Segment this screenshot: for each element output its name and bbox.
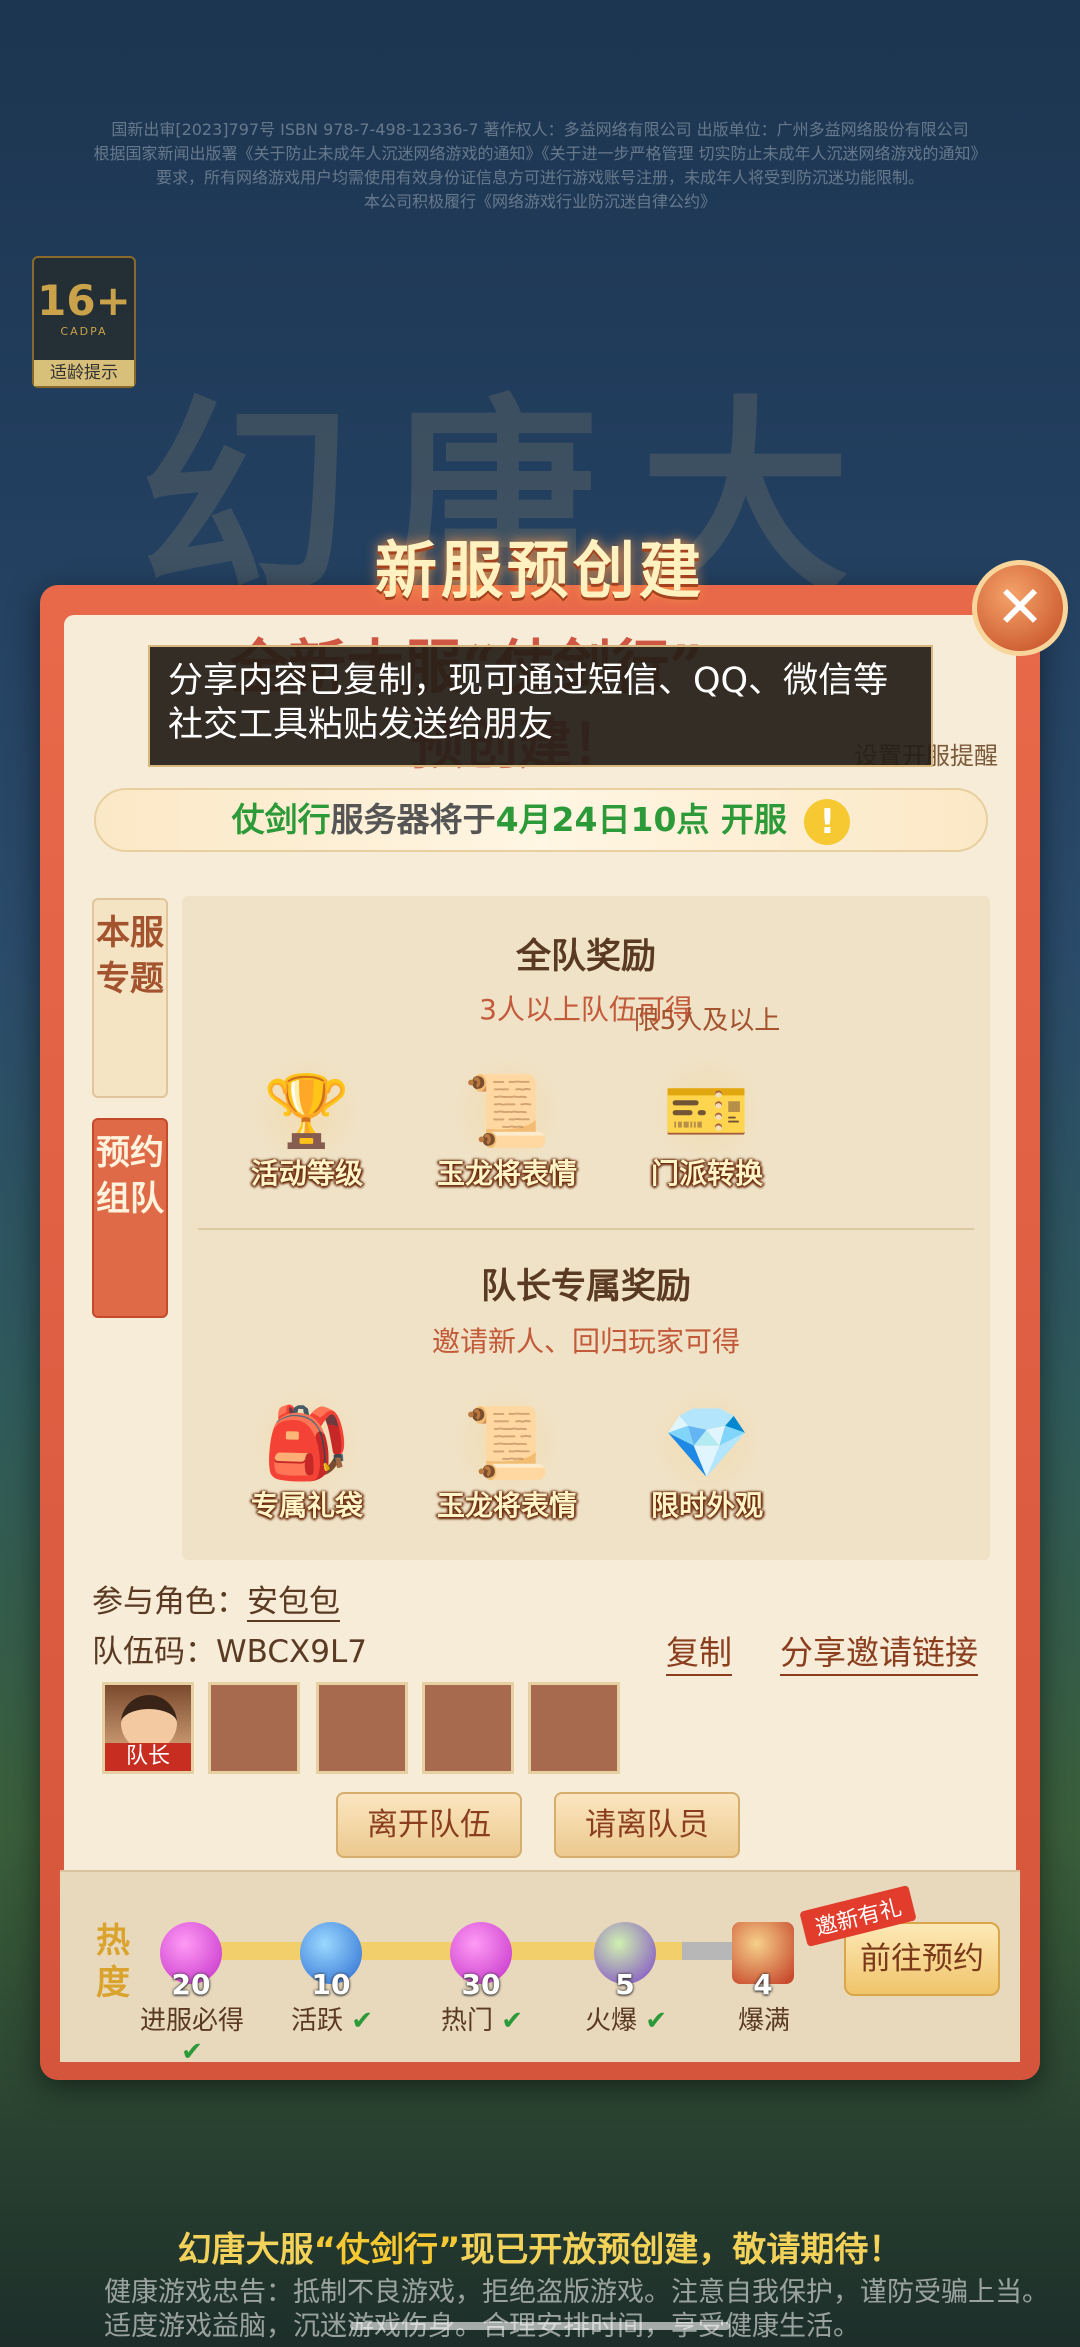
heat-node-value: 20 <box>171 1968 211 2001</box>
emote-scroll-icon: 📜 <box>452 1388 562 1498</box>
team-slot-empty[interactable] <box>528 1682 620 1774</box>
check-icon: ✔ <box>351 2006 374 2036</box>
reward-item[interactable]: 限5人及以上 🎫 门派转换 <box>622 1006 792 1192</box>
tab-team-booking[interactable]: 预约组队 <box>92 1118 168 1318</box>
license-notice: 国新出审[2023]797号 ISBN 978-7-498-12336-7 著作… <box>0 118 1080 214</box>
open-text-end: 开服 <box>720 800 787 839</box>
license-line-3: 要求，所有网络游戏用户均需使用有效身份证信息方可进行游戏账号注册，未成年人将受到… <box>155 168 924 187</box>
reward-item[interactable]: 📜 玉龙将表情 <box>422 1388 592 1524</box>
heat-node-value: 10 <box>311 1968 351 2001</box>
server-name: 仗剑行 <box>231 800 331 839</box>
banner-server-name: “仗剑行” <box>313 2230 461 2270</box>
team-slot-empty[interactable] <box>422 1682 514 1774</box>
rewards-panel: 全队奖励 3人以上队伍可得 🏆 活动等级 📜 玉龙将表情 限5人及以上 🎫 门派… <box>182 896 990 1560</box>
health-line-1: 健康游戏忠告：抵制不良游戏，拒绝盗版游戏。注意自我保护，谨防受骗上当。 <box>104 2277 1049 2308</box>
team-slot-empty[interactable] <box>208 1682 300 1774</box>
heat-node-label: 爆满 <box>737 2006 790 2036</box>
tab-server-topic[interactable]: 本服专题 <box>92 898 168 1098</box>
license-line-1: 国新出审[2023]797号 ISBN 978-7-498-12336-7 著作… <box>111 120 969 139</box>
kick-member-button[interactable]: 请离队员 <box>554 1792 740 1858</box>
banner-post: 现已开放预创建，敬请期待！ <box>460 2230 903 2270</box>
role-name[interactable]: 安包包 <box>247 1584 340 1622</box>
team-code: WBCX9L7 <box>216 1634 367 1670</box>
role-label: 参与角色： <box>92 1584 247 1620</box>
share-invite-link[interactable]: 分享邀请链接 <box>780 1626 978 1676</box>
check-icon: ✔ <box>645 2006 668 2036</box>
heat-label: 热度 <box>96 1921 130 2003</box>
sect-ticket-icon: 🎫 <box>652 1056 762 1166</box>
open-time: 4月24日10点 <box>495 800 710 839</box>
check-icon: ✔ <box>181 2037 203 2067</box>
section-divider <box>198 1228 974 1230</box>
home-indicator[interactable] <box>350 2322 730 2330</box>
banner-pre: 幻唐大服 <box>177 2230 314 2270</box>
leader-rewards-title: 队长专属奖励 <box>480 1267 691 1307</box>
license-line-2: 根据国家新闻出版署《关于防止未成年人沉迷网络游戏的通知》《关于进一步严格管理 切… <box>93 144 987 163</box>
team-slot-empty[interactable] <box>316 1682 408 1774</box>
heat-node-label: 火爆 ✔ <box>584 2006 668 2036</box>
age-rating-number: 16+ <box>37 276 131 325</box>
check-icon: ✔ <box>501 2006 524 2036</box>
copy-button[interactable]: 复制 <box>666 1626 732 1676</box>
team-code-line: 队伍码：WBCX9L7 <box>92 1626 367 1671</box>
leader-rewards-subtitle: 邀请新人、回归玩家可得 <box>431 1325 740 1358</box>
heat-node-label: 活跃 ✔ <box>290 2006 374 2036</box>
trophy-icon: 🏆 <box>252 1056 362 1166</box>
reward-item[interactable]: 🏆 活动等级 <box>222 1056 392 1192</box>
reward-limit: 限5人及以上 <box>633 1006 781 1036</box>
reward-item[interactable]: 📜 玉龙将表情 <box>422 1056 592 1192</box>
role-line: 参与角色：安包包 <box>92 1576 340 1622</box>
age-rating-badge[interactable]: 16+ CADPA 适龄提示 <box>32 256 136 388</box>
close-button[interactable]: ✕ <box>972 560 1068 656</box>
gift-bag-icon: 🎒 <box>252 1388 362 1498</box>
crystal-icon: 💎 <box>652 1388 762 1498</box>
heat-node-label: 热门 ✔ <box>440 2006 524 2036</box>
bottom-banner: 幻唐大服“仗剑行”现已开放预创建，敬请期待！ <box>0 2222 1080 2271</box>
team-rewards-title: 全队奖励 <box>515 937 656 977</box>
info-exclamation-icon[interactable]: ! <box>804 798 851 845</box>
license-line-4: 本公司积极履行《网络游戏行业防沉迷自律公约》 <box>363 192 716 211</box>
popup-title: 新服预创建 <box>374 534 705 607</box>
go-preorder-button[interactable]: 前往预约 <box>844 1922 1000 1996</box>
team-slot-leader[interactable]: 队长 <box>102 1682 194 1774</box>
emote-scroll-icon: 📜 <box>452 1056 562 1166</box>
heat-node-value: 5 <box>615 1968 635 2001</box>
heat-node-value: 30 <box>461 1968 501 2001</box>
open-text-mid: 服务器将于 <box>330 800 496 839</box>
heat-node-value: 4 <box>753 1968 773 2001</box>
open-time-bar: 仗剑行服务器将于4月24日10点 开服 ! <box>94 788 988 852</box>
team-code-label: 队伍码： <box>92 1634 216 1670</box>
leader-tag: 队长 <box>105 1743 191 1771</box>
team-rewards-subtitle: 3人以上队伍可得 <box>479 993 693 1026</box>
heat-node-label: 进服必得 ✔ <box>139 2006 244 2067</box>
reward-item[interactable]: 💎 限时外观 <box>622 1388 792 1524</box>
copy-toast: 分享内容已复制，现可通过短信、QQ、微信等社交工具粘贴发送给朋友 <box>148 645 933 767</box>
age-rating-org: CADPA <box>60 325 108 338</box>
leave-team-button[interactable]: 离开队伍 <box>336 1792 522 1858</box>
reward-item[interactable]: 🎒 专属礼袋 <box>222 1388 392 1524</box>
health-notice: 健康游戏忠告：抵制不良游戏，拒绝盗版游戏。注意自我保护，谨防受骗上当。 适度游戏… <box>104 2276 1064 2344</box>
heat-progress: 热度 20 进服必得 ✔ 10 活跃 ✔ 30 热门 ✔ 5 火爆 ✔ 4 爆满… <box>60 1870 1020 2067</box>
age-rating-tip: 适龄提示 <box>34 360 134 386</box>
